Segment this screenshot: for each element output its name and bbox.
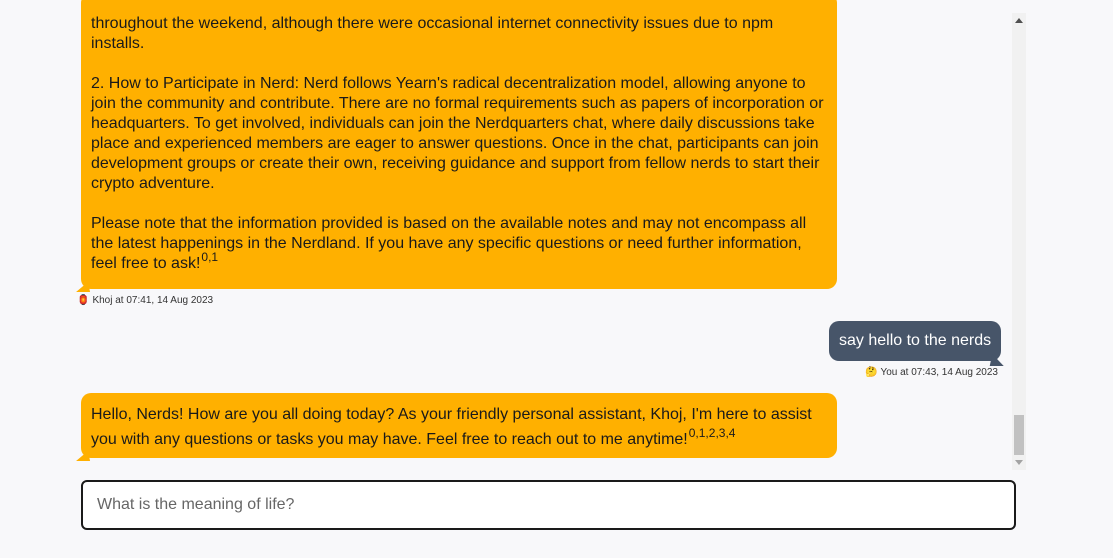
khoj-message: Hello, Nerds! How are you all doing toda…: [81, 393, 837, 458]
message-text: Please note that the information provide…: [91, 215, 807, 272]
chat-input[interactable]: [81, 480, 1016, 530]
scroll-down-icon[interactable]: [1015, 460, 1023, 465]
lantern-icon: 🏮: [77, 295, 90, 306]
khoj-message: throughout the weekend, although there w…: [81, 0, 837, 289]
scroll-up-icon[interactable]: [1015, 18, 1023, 23]
meta-text: Khoj at 07:41, 14 Aug 2023: [92, 295, 214, 306]
message-paragraph: 2. How to Participate in Nerd: Nerd foll…: [91, 75, 824, 192]
reference-links[interactable]: 0,1,2,3,4: [689, 426, 736, 440]
scrollbar[interactable]: [1012, 13, 1026, 470]
meta-text: You at 07:43, 14 Aug 2023: [880, 367, 998, 378]
user-message: say hello to the nerds: [829, 321, 1002, 361]
message-meta: 🤔 You at 07:43, 14 Aug 2023: [865, 367, 998, 378]
message-text: say hello to the nerds: [839, 332, 992, 349]
message-meta: 🏮 Khoj at 07:41, 14 Aug 2023: [77, 295, 213, 306]
scroll-thumb[interactable]: [1014, 415, 1024, 455]
message-paragraph: Please note that the information provide…: [91, 214, 827, 274]
message-paragraph: throughout the weekend, although there w…: [91, 15, 774, 52]
reference-links[interactable]: 0,1: [201, 250, 218, 264]
thinking-face-icon: 🤔: [865, 367, 878, 378]
chat-log[interactable]: throughout the weekend, although there w…: [0, 0, 1026, 470]
